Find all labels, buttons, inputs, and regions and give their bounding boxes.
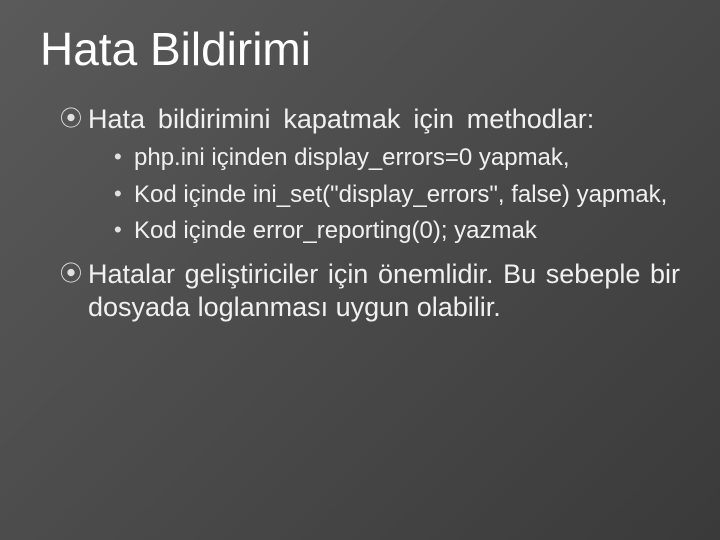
bullet-list: Hata bildirimini kapatmak için methodlar… — [60, 103, 680, 325]
bullet-text: Hatalar geliştiriciler için önemlidir. B… — [88, 259, 680, 323]
slide: Hata Bildirimi Hata bildirimini kapatmak… — [0, 0, 720, 540]
bullet-item: Hatalar geliştiriciler için önemlidir. B… — [60, 258, 680, 326]
sub-bullet-list: php.ini içinden display_errors=0 yapmak,… — [114, 142, 680, 247]
sub-bullet-item: php.ini içinden display_errors=0 yapmak, — [114, 142, 680, 174]
bullet-text: Hata bildirimini kapatmak için methodlar… — [88, 104, 594, 134]
sub-bullet-item: Kod içinde ini_set("display_errors", fal… — [114, 179, 680, 211]
slide-title: Hata Bildirimi — [40, 24, 680, 75]
bullet-item: Hata bildirimini kapatmak için methodlar… — [60, 103, 680, 248]
sub-bullet-item: Kod içinde error_reporting(0); yazmak — [114, 215, 680, 247]
